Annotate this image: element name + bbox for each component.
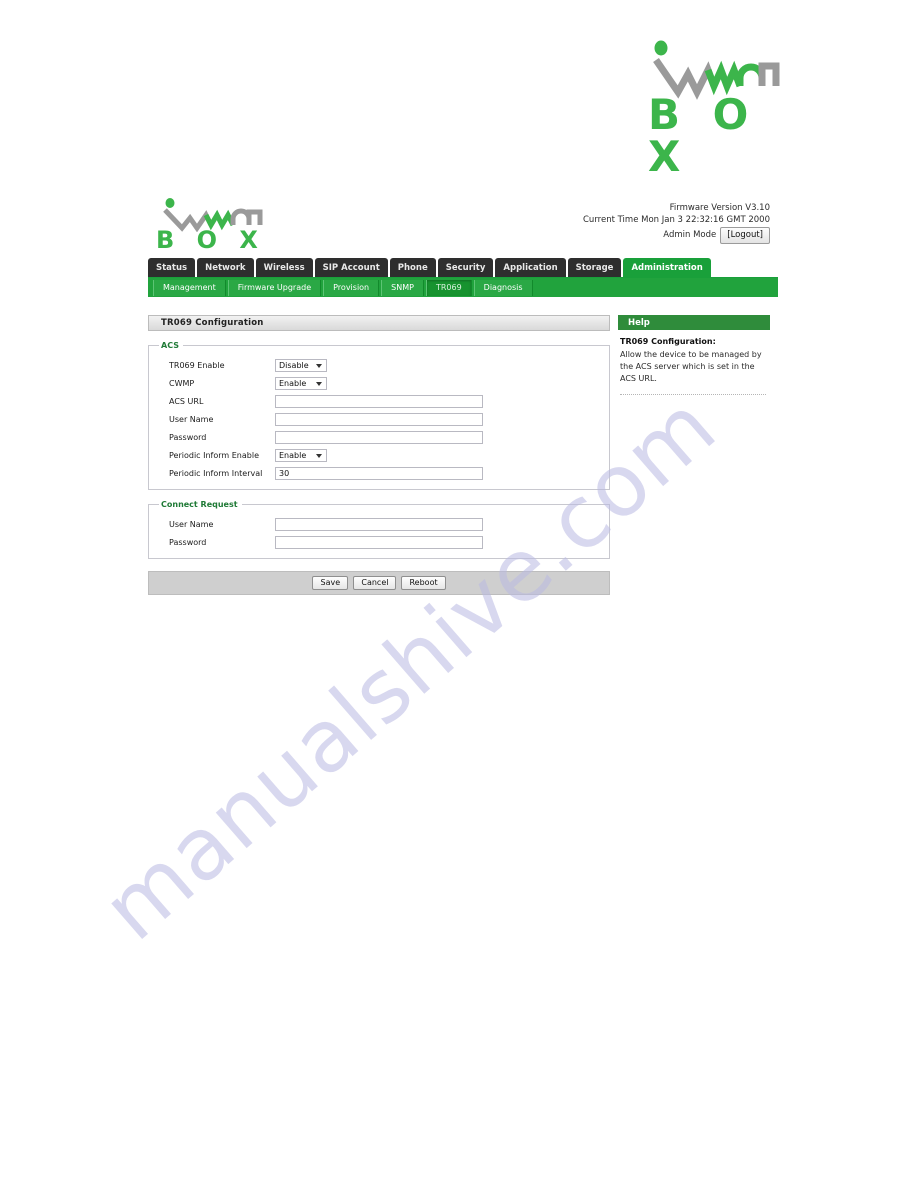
acs-password-input[interactable] xyxy=(275,430,483,444)
select-cwmp-value: Enable xyxy=(279,378,307,388)
tab-storage[interactable]: Storage xyxy=(567,258,622,277)
periodic-inform-interval-input[interactable] xyxy=(275,466,483,480)
tab-status[interactable]: Status xyxy=(148,258,196,277)
help-title: Help xyxy=(618,315,770,330)
help-text: Allow the device to be managed by the AC… xyxy=(620,350,762,383)
acs-legend: ACS xyxy=(161,341,179,350)
device-meta: Firmware Version V3.10 Current Time Mon … xyxy=(583,202,770,244)
cancel-button[interactable]: Cancel xyxy=(353,576,397,590)
label-tr069-enable: TR069 Enable xyxy=(169,360,225,370)
connect-request-legend: Connect Request xyxy=(161,500,238,509)
help-heading: TR069 Configuration: xyxy=(620,337,716,346)
label-acs-username: User Name xyxy=(169,414,214,424)
tab-security[interactable]: Security xyxy=(437,258,494,277)
help-divider xyxy=(620,394,766,395)
label-acs-password: Password xyxy=(169,432,207,442)
select-tr069-enable-value: Disable xyxy=(279,360,309,370)
connect-request-password-input[interactable] xyxy=(275,535,483,549)
device-logo: B O X xyxy=(156,198,306,256)
reboot-button[interactable]: Reboot xyxy=(401,576,446,590)
brand-logo: B O X xyxy=(648,40,786,178)
save-button[interactable]: Save xyxy=(312,576,349,590)
label-acs-url: ACS URL xyxy=(169,396,204,406)
field-row-periodic-inform-interval: Periodic Inform Interval xyxy=(157,464,601,482)
logout-button[interactable]: [Logout] xyxy=(720,226,770,244)
tab-administration[interactable]: Administration xyxy=(623,258,711,277)
acs-group: ACS TR069 Enable Disable CWMP Enable ACS… xyxy=(148,341,610,490)
field-row-acs-url: ACS URL xyxy=(157,392,601,410)
label-periodic-inform-enable: Periodic Inform Enable xyxy=(169,450,259,460)
select-periodic-inform-enable[interactable]: Enable xyxy=(275,448,327,462)
subtab-snmp[interactable]: SNMP xyxy=(381,279,424,296)
device-web-ui: B O X Firmware Version V3.10 Current Tim… xyxy=(148,196,778,595)
subtab-tr069[interactable]: TR069 xyxy=(425,279,472,296)
subtab-provision[interactable]: Provision xyxy=(323,279,380,296)
subtab-diagnosis[interactable]: Diagnosis xyxy=(473,279,533,296)
ui-header: B O X Firmware Version V3.10 Current Tim… xyxy=(148,196,778,258)
tab-phone[interactable]: Phone xyxy=(389,258,436,277)
tab-wireless[interactable]: Wireless xyxy=(255,258,313,277)
field-row-cwmp: CWMP Enable xyxy=(157,374,601,392)
help-panel: Help TR069 Configuration: Allow the devi… xyxy=(618,315,770,595)
connect-request-username-input[interactable] xyxy=(275,517,483,531)
main-tab-bar: Status Network Wireless SIP Account Phon… xyxy=(148,258,778,277)
label-cwmp: CWMP xyxy=(169,378,195,388)
ui-body: TR069 Configuration ACS TR069 Enable Dis… xyxy=(148,297,778,595)
subtab-firmware-upgrade[interactable]: Firmware Upgrade xyxy=(227,279,322,296)
chevron-down-icon xyxy=(316,382,322,386)
label-cr-password: Password xyxy=(169,537,207,547)
device-wordmark: B O X xyxy=(156,226,265,254)
acs-username-input[interactable] xyxy=(275,412,483,426)
firmware-version: Firmware Version V3.10 xyxy=(669,203,770,213)
help-body: TR069 Configuration: Allow the device to… xyxy=(618,330,770,395)
label-periodic-inform-interval: Periodic Inform Interval xyxy=(169,468,263,478)
field-row-periodic-inform-enable: Periodic Inform Enable Enable xyxy=(157,446,601,464)
current-time: Current Time Mon Jan 3 22:32:16 GMT 2000 xyxy=(583,215,770,226)
field-row-tr069-enable: TR069 Enable Disable xyxy=(157,356,601,374)
field-row-cr-username: User Name xyxy=(157,515,601,533)
label-cr-username: User Name xyxy=(169,519,214,529)
connect-request-group: Connect Request User Name Password xyxy=(148,500,610,559)
tab-sip-account[interactable]: SIP Account xyxy=(314,258,388,277)
settings-column: TR069 Configuration ACS TR069 Enable Dis… xyxy=(148,315,610,595)
page-title: TR069 Configuration xyxy=(148,315,610,331)
select-periodic-inform-enable-value: Enable xyxy=(279,450,307,460)
tab-application[interactable]: Application xyxy=(495,258,566,277)
brand-wordmark: B O X xyxy=(648,90,758,181)
chevron-down-icon xyxy=(316,364,322,368)
subtab-management[interactable]: Management xyxy=(153,279,226,296)
tab-network[interactable]: Network xyxy=(197,258,254,277)
select-tr069-enable[interactable]: Disable xyxy=(275,358,327,372)
field-row-acs-password: Password xyxy=(157,428,601,446)
field-row-acs-username: User Name xyxy=(157,410,601,428)
acs-url-input[interactable] xyxy=(275,394,483,408)
field-row-cr-password: Password xyxy=(157,533,601,551)
admin-mode-label: Admin Mode xyxy=(663,230,717,241)
admin-mode-row: Admin Mode [Logout] xyxy=(583,226,770,244)
action-bar: Save Cancel Reboot xyxy=(148,571,610,595)
sub-tab-bar: Management Firmware Upgrade Provision SN… xyxy=(148,277,778,297)
select-cwmp[interactable]: Enable xyxy=(275,376,327,390)
chevron-down-icon xyxy=(316,454,322,458)
